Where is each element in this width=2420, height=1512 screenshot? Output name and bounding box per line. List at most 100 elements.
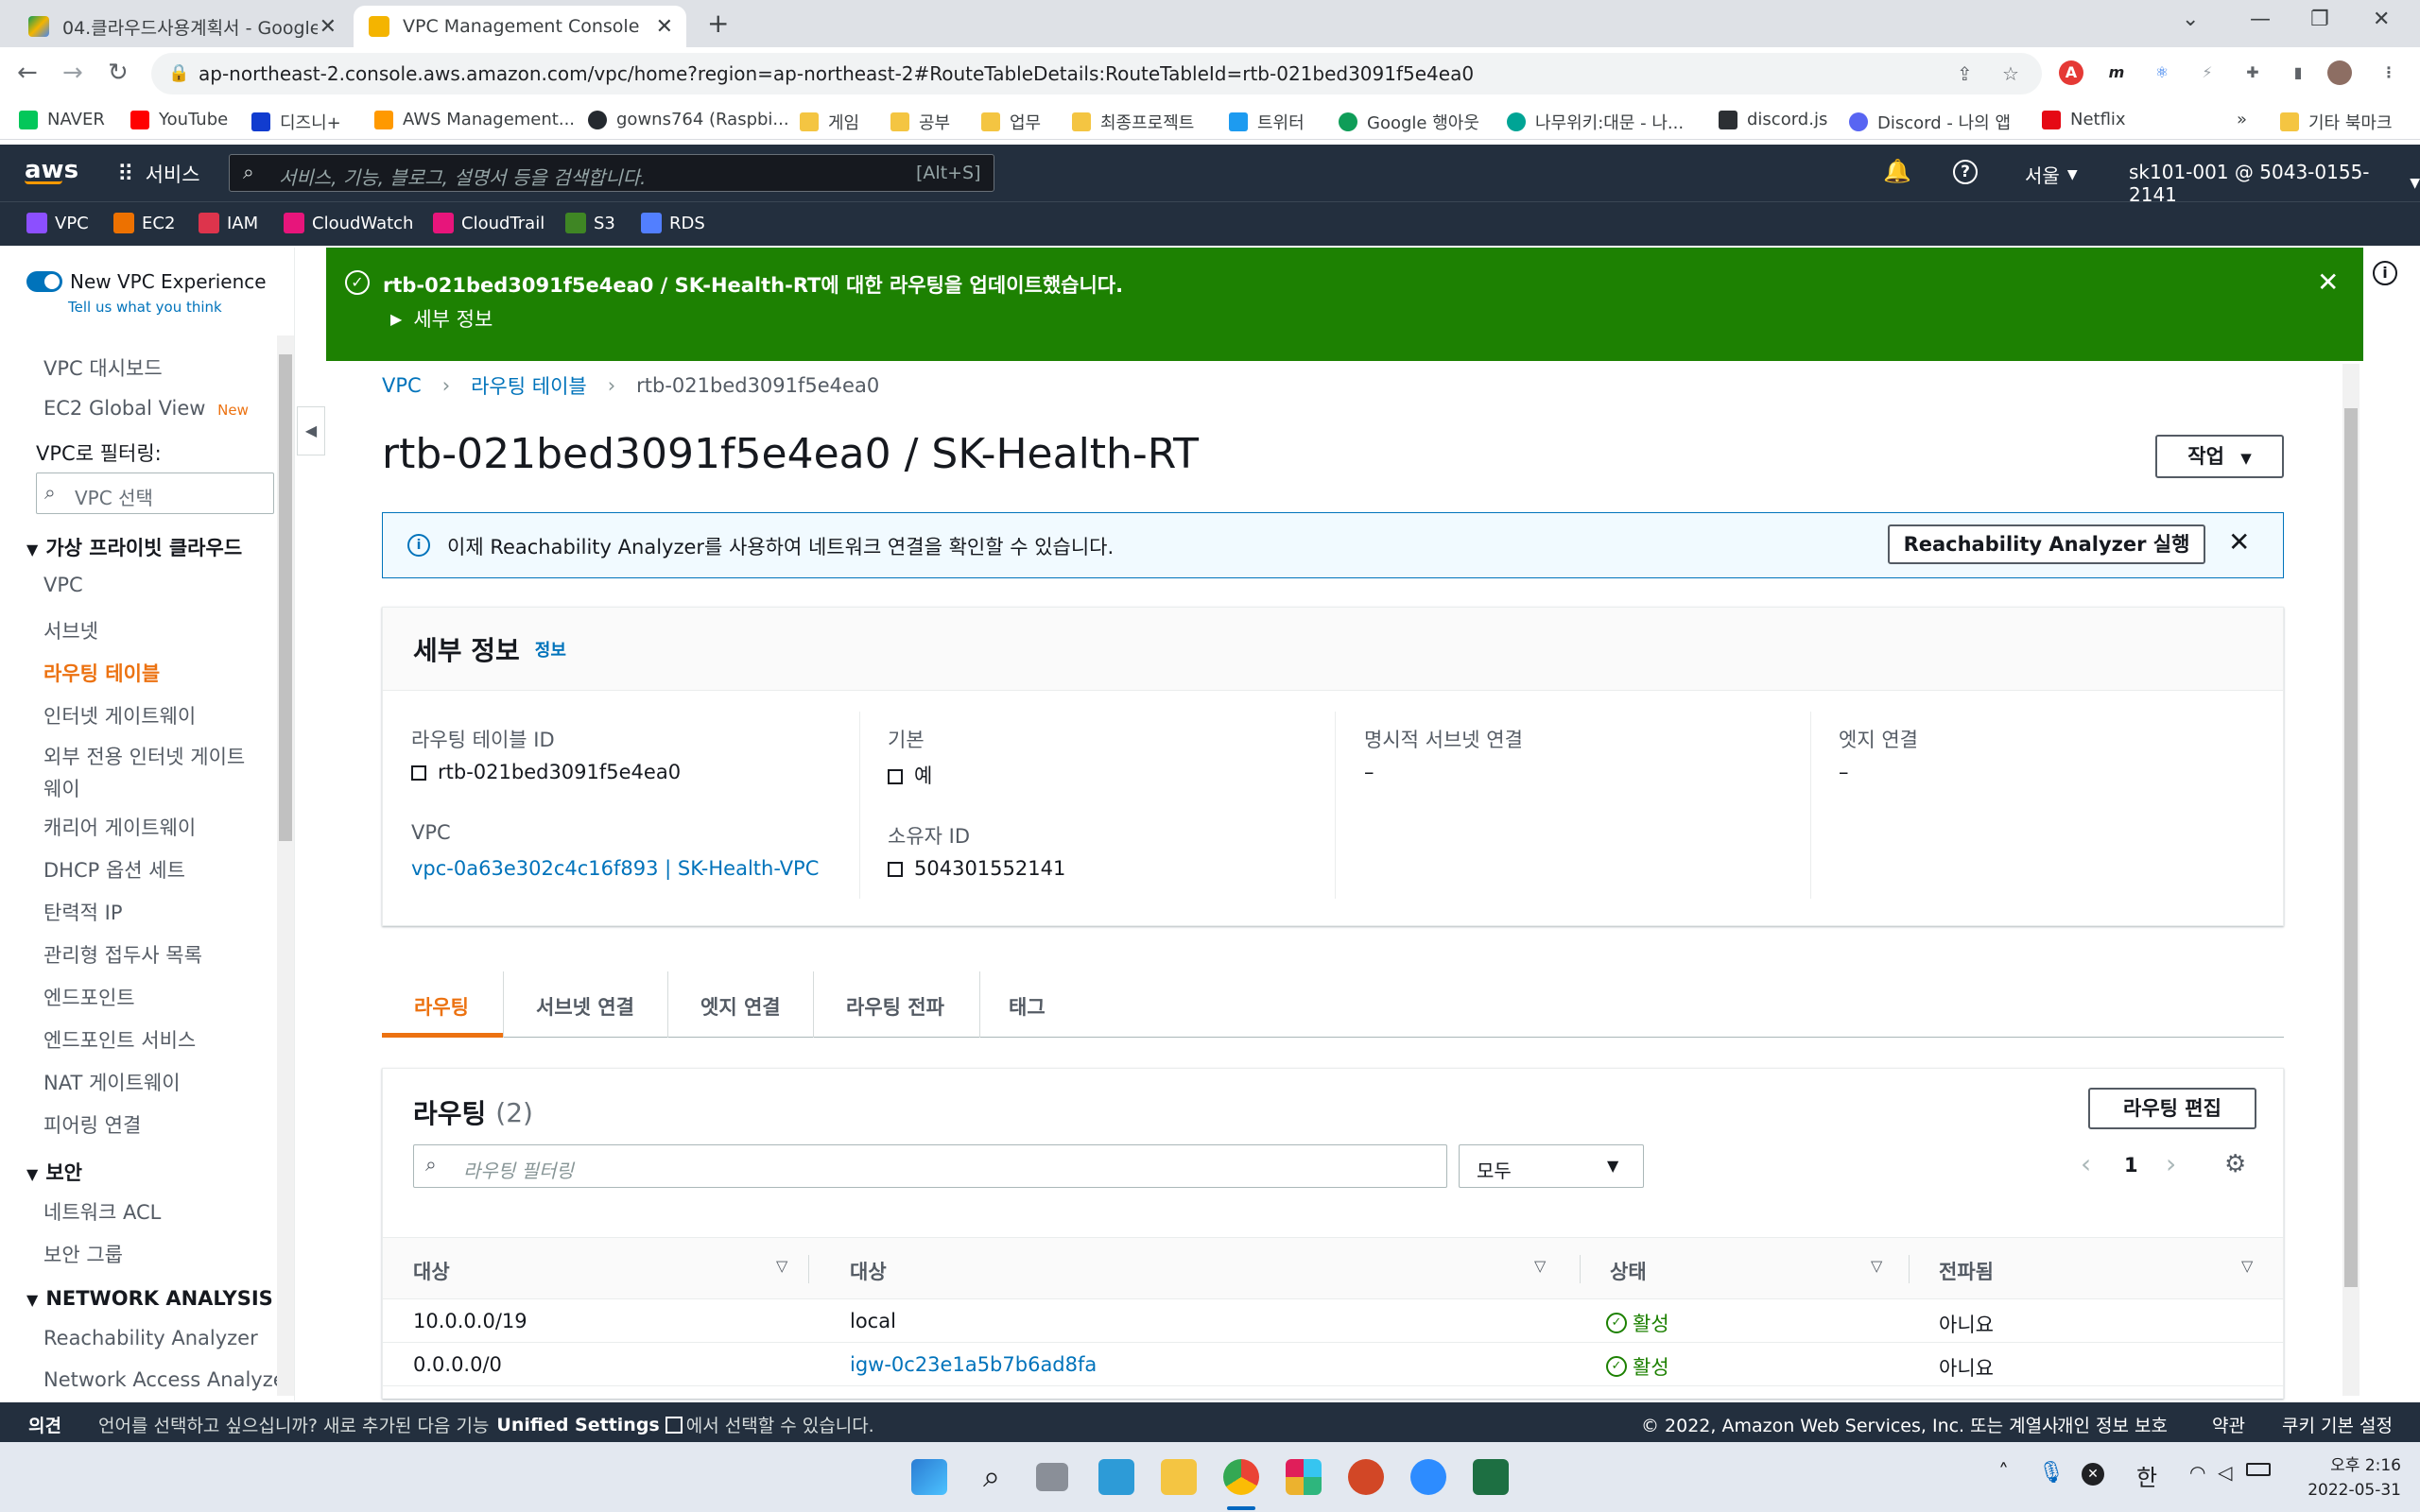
sidebar-item-vpc-dashboard[interactable]: VPC 대시보드: [43, 353, 163, 382]
column-destination[interactable]: 대상: [413, 1257, 450, 1285]
route-filter-select[interactable]: 모두 ▼: [1459, 1144, 1644, 1188]
bookmark-namuwiki[interactable]: 나무위키:대문 - 나...: [1507, 110, 1684, 134]
privacy-link[interactable]: 개인 정보 보호: [2057, 1412, 2168, 1437]
region-selector[interactable]: 서울 ▼: [2025, 161, 2078, 188]
bookmark-twitter[interactable]: 트위터: [1229, 110, 1305, 134]
adblock-icon[interactable]: A: [2059, 60, 2083, 85]
bookmark-hangouts[interactable]: Google 행아웃: [1339, 110, 1479, 134]
copy-icon[interactable]: [411, 765, 426, 781]
pagination-next-icon[interactable]: ›: [2166, 1148, 2176, 1179]
favorite-iam[interactable]: IAM: [199, 213, 258, 233]
favorite-vpc[interactable]: VPC: [26, 213, 89, 233]
restore-button[interactable]: ❐: [2310, 8, 2329, 31]
bookmark-github[interactable]: gowns764 (Raspbi...: [588, 110, 789, 129]
sort-icon[interactable]: ▽: [1871, 1257, 1882, 1275]
microphone-icon[interactable]: 🎙: [2038, 1461, 2065, 1485]
extensions-puzzle-icon[interactable]: ✚: [2240, 60, 2265, 85]
side-panel-icon[interactable]: ▮: [2286, 60, 2310, 85]
bookmark-folder-study[interactable]: 공부: [890, 110, 950, 134]
settings-gear-icon[interactable]: ⚙: [2224, 1150, 2246, 1178]
bookmark-folder-project[interactable]: 최종프로젝트: [1072, 110, 1194, 134]
pagination-prev-icon[interactable]: ‹: [2081, 1148, 2091, 1179]
section-security-header[interactable]: ▼ 보안: [26, 1158, 82, 1186]
feedback-link[interactable]: 의견: [28, 1412, 61, 1437]
breadcrumb-vpc[interactable]: VPC: [382, 374, 422, 397]
bookmark-netflix[interactable]: Netflix: [2042, 110, 2126, 129]
section-network-analysis-header[interactable]: ▼ NETWORK ANALYSIS: [26, 1287, 273, 1310]
battery-icon[interactable]: [2246, 1463, 2271, 1476]
tray-close-icon[interactable]: ✕: [2082, 1463, 2104, 1486]
run-reachability-analyzer-button[interactable]: Reachability Analyzer 실행: [1888, 524, 2205, 564]
bookmark-youtube[interactable]: YouTube: [130, 110, 228, 129]
sidebar-item-vpc[interactable]: VPC: [43, 574, 83, 596]
table-row[interactable]: 10.0.0.0/19 local ✓ 활성 아니요: [383, 1299, 2283, 1343]
sidebar-item-endpoints[interactable]: 엔드포인트: [43, 983, 135, 1011]
cookie-preferences-link[interactable]: 쿠키 기본 설정: [2282, 1412, 2393, 1437]
copy-icon[interactable]: [888, 769, 903, 784]
section-vpc-header[interactable]: ▼ 가상 프라이빗 클라우드: [26, 533, 242, 561]
tell-us-link[interactable]: Tell us what you think: [68, 299, 222, 316]
details-info-link[interactable]: 정보: [535, 637, 566, 662]
banner-close-icon[interactable]: ✕: [2317, 266, 2339, 298]
bookmark-aws[interactable]: AWS Management...: [374, 110, 575, 129]
sidebar-item-egress-only-igw[interactable]: 외부 전용 인터넷 게이트 웨이: [43, 742, 245, 802]
tab-search-icon[interactable]: ⌄: [2182, 8, 2199, 31]
favorite-s3[interactable]: S3: [565, 213, 615, 233]
slack-icon[interactable]: [1286, 1459, 1322, 1495]
browser-tab-vpc-console[interactable]: VPC Management Console ✕: [354, 6, 686, 47]
sidebar-item-reachability-analyzer[interactable]: Reachability Analyzer: [43, 1327, 258, 1349]
bookmark-other[interactable]: 기타 북마크: [2280, 110, 2393, 134]
help-icon[interactable]: ?: [1953, 160, 1978, 184]
profile-avatar[interactable]: [2327, 60, 2352, 85]
tab-route-propagation[interactable]: 라우팅 전파: [813, 971, 979, 1038]
sidebar-item-network-acl[interactable]: 네트워크 ACL: [43, 1197, 161, 1226]
new-tab-button[interactable]: +: [707, 8, 729, 39]
unified-settings-link[interactable]: Unified Settings: [496, 1415, 659, 1435]
igw-link[interactable]: igw-0c23e1a5b7b6ad8fa: [850, 1353, 1097, 1376]
search-icon[interactable]: ⌕: [974, 1459, 1010, 1495]
bookmarks-overflow[interactable]: »: [2237, 110, 2247, 129]
sidebar-item-subnets[interactable]: 서브넷: [43, 616, 98, 644]
favorite-ec2[interactable]: EC2: [113, 213, 175, 233]
windows-start-icon[interactable]: [911, 1459, 947, 1495]
close-window-button[interactable]: ✕: [2373, 8, 2390, 31]
sidebar-item-ec2-global-view[interactable]: EC2 Global View New: [43, 397, 249, 420]
tab-close-icon[interactable]: ✕: [656, 15, 673, 39]
account-menu[interactable]: sk101-001 @ 5043-0155-2141 ▼: [2129, 161, 2420, 206]
bookmark-star-icon[interactable]: ☆: [2002, 53, 2019, 94]
route-filter-input[interactable]: ⌕ 라우팅 필터링: [413, 1144, 1447, 1188]
sidebar-item-network-access-analyzer[interactable]: Network Access Analyzer: [43, 1368, 293, 1391]
services-menu-button[interactable]: ⠿ 서비스: [117, 160, 200, 188]
sidebar-item-endpoint-services[interactable]: 엔드포인트 서비스: [43, 1025, 196, 1054]
sidebar-item-security-groups[interactable]: 보안 그룹: [43, 1240, 123, 1268]
column-target[interactable]: 대상: [850, 1257, 887, 1285]
table-row[interactable]: 0.0.0.0/0 igw-0c23e1a5b7b6ad8fa ✓ 활성 아니요: [383, 1343, 2283, 1386]
copy-icon[interactable]: [888, 862, 903, 877]
m-extension-icon[interactable]: m: [2104, 60, 2129, 85]
url-field[interactable]: 🔒 ap-northeast-2.console.aws.amazon.com/…: [151, 53, 2042, 94]
desktop-icon[interactable]: [1098, 1459, 1134, 1495]
zoom-icon[interactable]: [1410, 1459, 1446, 1495]
edit-routes-button[interactable]: 라우팅 편집: [2088, 1088, 2256, 1129]
tab-tags[interactable]: 태그: [979, 971, 1081, 1038]
sidebar-item-route-tables[interactable]: 라우팅 테이블: [43, 659, 160, 687]
aws-logo[interactable]: aws: [25, 156, 78, 184]
sidebar-item-carrier-gateways[interactable]: 캐리어 게이트웨이: [43, 813, 196, 841]
reload-icon[interactable]: ↻: [108, 59, 129, 87]
file-explorer-icon[interactable]: [1161, 1459, 1197, 1495]
bookmark-disney[interactable]: 디즈니+: [251, 110, 341, 134]
column-propagated[interactable]: 전파됨: [1939, 1257, 1994, 1285]
favorite-cloudwatch[interactable]: CloudWatch: [284, 213, 413, 233]
sort-icon[interactable]: ▽: [2241, 1257, 2253, 1275]
bookmark-folder-work[interactable]: 업무: [981, 110, 1041, 134]
sidebar-item-dhcp-options[interactable]: DHCP 옵션 세트: [43, 855, 185, 884]
column-status[interactable]: 상태: [1610, 1257, 1647, 1285]
bookmark-naver[interactable]: NAVER: [19, 110, 105, 129]
favorite-cloudtrail[interactable]: CloudTrail: [433, 213, 544, 233]
favorite-rds[interactable]: RDS: [641, 213, 705, 233]
chrome-icon[interactable]: [1223, 1459, 1259, 1495]
new-vpc-experience-toggle[interactable]: New VPC Experience: [26, 270, 267, 293]
minimize-button[interactable]: —: [2250, 8, 2271, 31]
lightning-extension-icon[interactable]: ⚡: [2195, 60, 2220, 85]
sidebar-item-nat-gateways[interactable]: NAT 게이트웨이: [43, 1068, 181, 1096]
